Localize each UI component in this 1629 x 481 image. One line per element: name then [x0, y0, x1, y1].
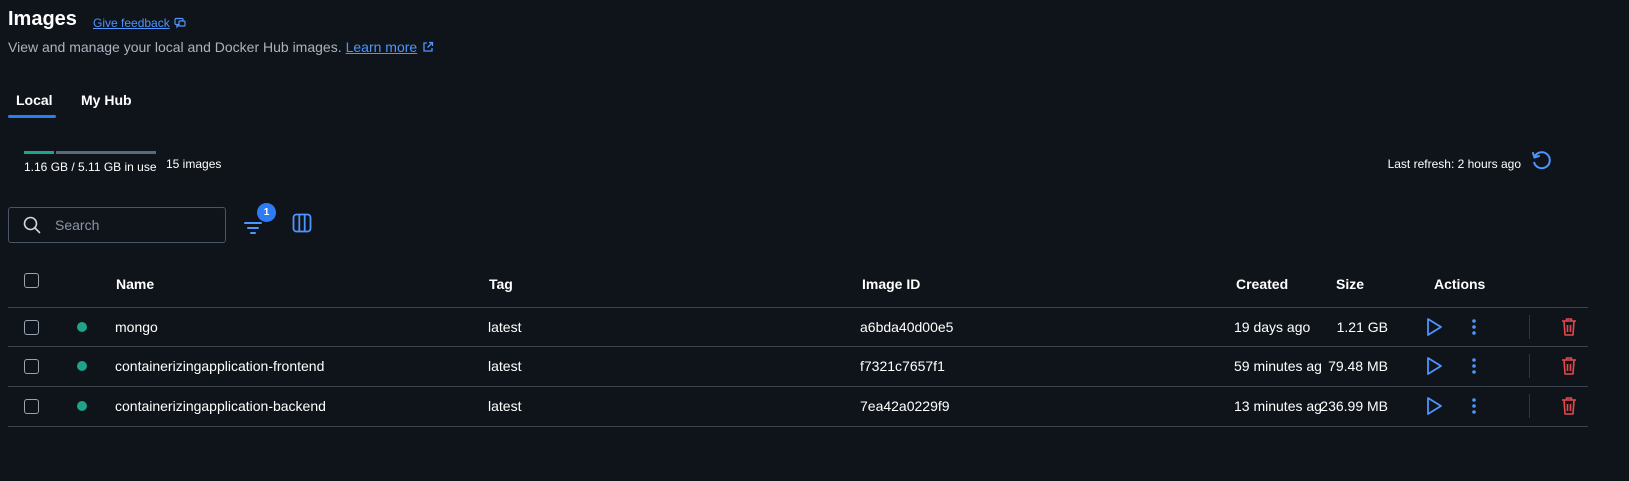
run-icon[interactable]: [1424, 316, 1444, 338]
select-all-checkbox[interactable]: [24, 273, 39, 288]
image-count: 15 images: [166, 157, 222, 171]
disk-usage-text: 1.16 GB / 5.11 GB in use: [24, 160, 157, 174]
table-bottom-divider: [8, 426, 1588, 427]
give-feedback-link[interactable]: Give feedback: [93, 16, 186, 30]
more-icon[interactable]: [1470, 395, 1478, 417]
trash-icon[interactable]: [1559, 316, 1579, 338]
page-subtitle: View and manage your local and Docker Hu…: [8, 39, 434, 55]
table-row[interactable]: mongo latest a6bda40d00e5 19 days ago 1.…: [0, 308, 1629, 346]
learn-more-label: Learn more: [345, 39, 418, 55]
image-name[interactable]: containerizingapplication-frontend: [115, 358, 324, 374]
run-icon[interactable]: [1424, 355, 1444, 377]
active-tab-indicator: [8, 115, 56, 118]
page-title: Images: [8, 8, 77, 30]
learn-more-link[interactable]: Learn more: [346, 39, 435, 55]
give-feedback-label: Give feedback: [93, 16, 170, 30]
chat-icon: [174, 17, 186, 29]
image-id: a6bda40d00e5: [860, 319, 954, 335]
column-header-image-id[interactable]: Image ID: [862, 276, 920, 292]
image-size: 236.99 MB: [1320, 398, 1388, 414]
column-header-size[interactable]: Size: [1336, 276, 1364, 292]
run-icon[interactable]: [1424, 395, 1444, 417]
disk-usage-bar-used: [24, 151, 54, 154]
filter-count-badge: 1: [257, 203, 276, 222]
column-header-tag[interactable]: Tag: [489, 276, 513, 292]
table-row[interactable]: containerizingapplication-frontend lates…: [0, 347, 1629, 385]
image-tag: latest: [488, 358, 522, 374]
in-use-indicator: [77, 401, 87, 411]
trash-icon[interactable]: [1559, 355, 1579, 377]
table-row[interactable]: containerizingapplication-backend latest…: [0, 387, 1629, 425]
image-size: 1.21 GB: [1336, 319, 1388, 335]
search-input[interactable]: [53, 216, 207, 234]
subtitle-text: View and manage your local and Docker Hu…: [8, 39, 342, 55]
image-size: 79.48 MB: [1328, 358, 1388, 374]
image-name[interactable]: containerizingapplication-backend: [115, 398, 326, 414]
row-checkbox[interactable]: [24, 399, 39, 414]
image-tag: latest: [488, 319, 522, 335]
image-tag: latest: [488, 398, 522, 414]
more-icon[interactable]: [1470, 355, 1478, 377]
external-link-icon: [423, 41, 434, 52]
trash-icon[interactable]: [1559, 395, 1579, 417]
in-use-indicator: [77, 361, 87, 371]
last-refresh-text: Last refresh: 2 hours ago: [1387, 157, 1521, 171]
refresh-icon[interactable]: [1530, 150, 1552, 172]
actions-divider: [1529, 315, 1530, 339]
disk-usage-bar-free: [56, 151, 156, 154]
image-id: f7321c7657f1: [860, 358, 945, 374]
more-icon[interactable]: [1470, 316, 1478, 338]
tab-local[interactable]: Local: [16, 92, 53, 108]
columns-icon[interactable]: [292, 213, 312, 233]
actions-divider: [1529, 354, 1530, 378]
in-use-indicator: [77, 322, 87, 332]
tab-my-hub[interactable]: My Hub: [81, 92, 132, 108]
image-name[interactable]: mongo: [115, 319, 158, 335]
search-box[interactable]: [8, 207, 226, 243]
column-header-created[interactable]: Created: [1236, 276, 1288, 292]
column-header-actions: Actions: [1434, 276, 1486, 292]
row-checkbox[interactable]: [24, 320, 39, 335]
search-icon: [23, 216, 41, 234]
row-checkbox[interactable]: [24, 359, 39, 374]
column-header-name[interactable]: Name: [116, 276, 154, 292]
image-id: 7ea42a0229f9: [860, 398, 950, 414]
actions-divider: [1529, 394, 1530, 418]
